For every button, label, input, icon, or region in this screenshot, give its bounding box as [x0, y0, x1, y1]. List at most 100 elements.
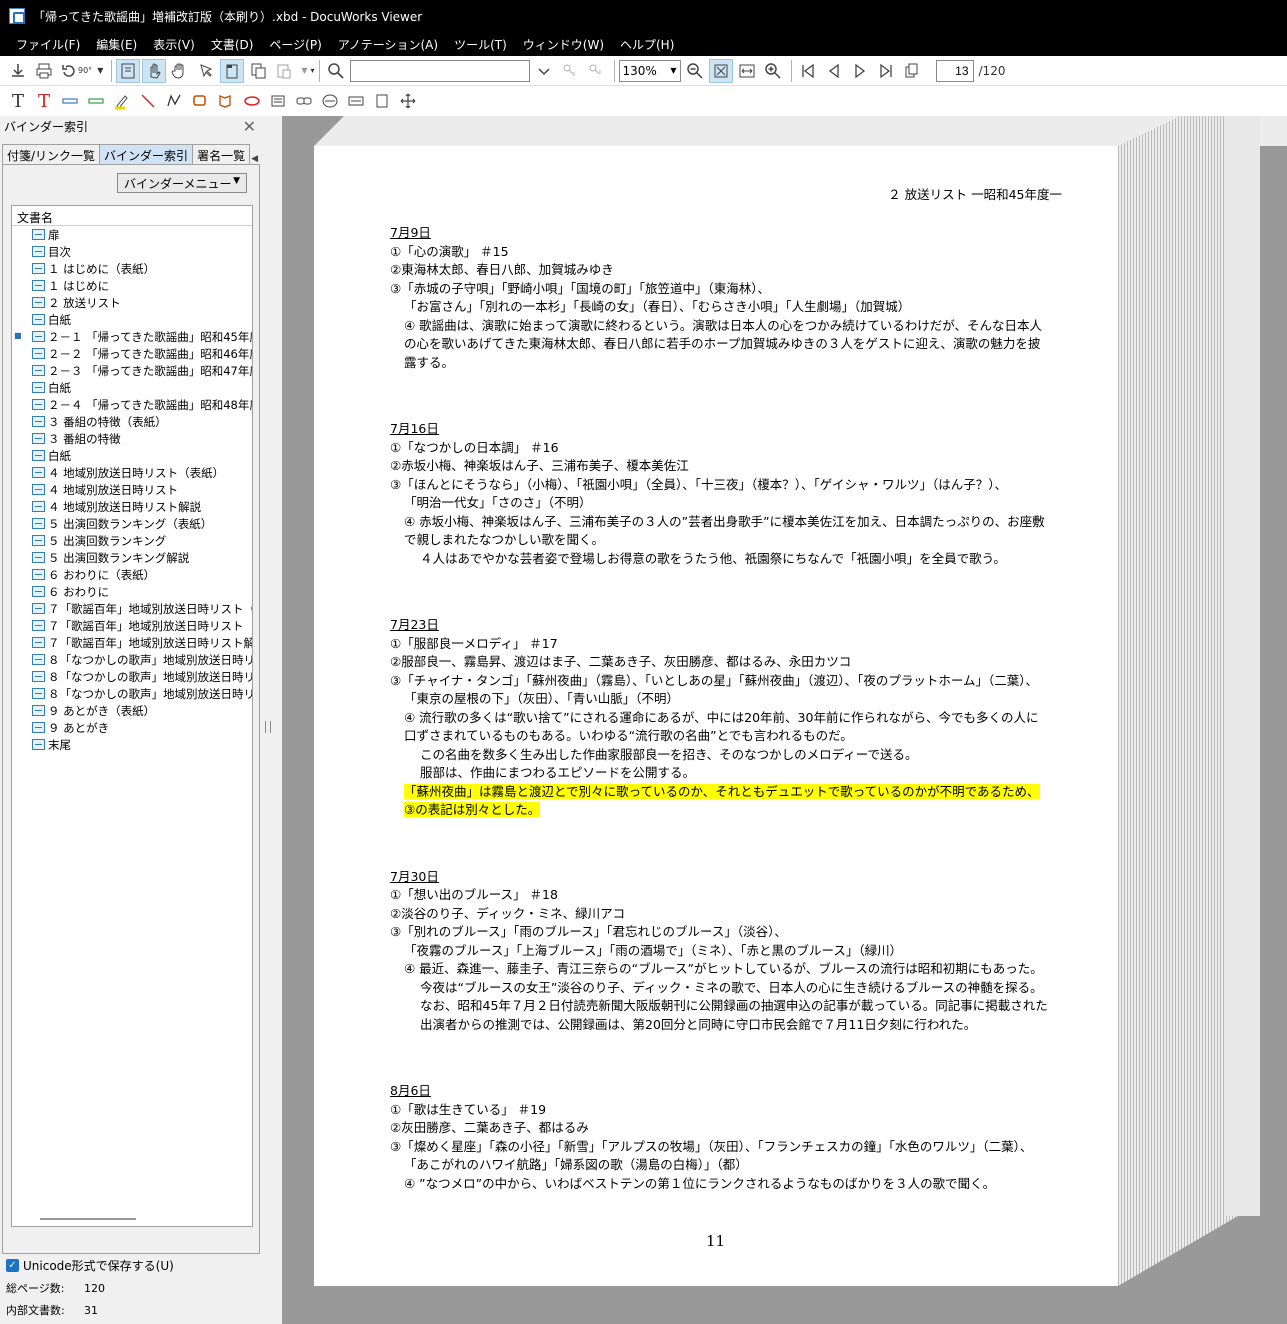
- menu-view[interactable]: 表示(V): [145, 36, 203, 53]
- list-item[interactable]: ２ 放送リスト: [12, 294, 252, 311]
- date-stamp-icon[interactable]: [318, 89, 342, 113]
- close-icon[interactable]: ✕: [243, 117, 256, 136]
- menu-tools[interactable]: ツール(T): [446, 36, 515, 53]
- page-format-icon[interactable]: [370, 89, 394, 113]
- menu-window[interactable]: ウィンドウ(W): [515, 36, 612, 53]
- copy-page-icon[interactable]: [246, 59, 270, 83]
- panel-splitter[interactable]: [262, 116, 282, 1324]
- list-item[interactable]: 白紙: [12, 379, 252, 396]
- list-item[interactable]: ■ ２－１ 「帰ってきた歌謡曲」昭和45年度放: [12, 328, 252, 345]
- list-item[interactable]: ４ 地域別放送日時リスト（表紙）: [12, 464, 252, 481]
- list-item[interactable]: 白紙: [12, 311, 252, 328]
- paste-page-icon[interactable]: [272, 59, 296, 83]
- rotate-dropdown-icon[interactable]: ▼: [97, 66, 103, 75]
- ellipse-tool-icon[interactable]: [240, 89, 264, 113]
- line-green-icon[interactable]: [84, 89, 108, 113]
- list-item[interactable]: ８「なつかしの歌声」地域別放送日時リス: [12, 685, 252, 702]
- list-item[interactable]: ４ 地域別放送日時リスト: [12, 481, 252, 498]
- menu-file[interactable]: ファイル(F): [8, 36, 88, 53]
- menu-page[interactable]: ページ(P): [261, 36, 329, 53]
- list-item[interactable]: ７「歌謡百年」地域別放送日時リスト（表: [12, 600, 252, 617]
- date-tool-icon[interactable]: [344, 89, 368, 113]
- horizontal-scrollbar[interactable]: [40, 1218, 136, 1220]
- fit-page-icon[interactable]: [220, 58, 245, 83]
- search-dropdown-icon[interactable]: [532, 59, 556, 83]
- list-item[interactable]: ２－３ 「帰ってきた歌謡曲」昭和47年度放: [12, 362, 252, 379]
- polyline-tool-icon[interactable]: [162, 89, 186, 113]
- fit-width-icon[interactable]: [735, 59, 759, 83]
- entry-line-text: ④ 最近、森進一、藤圭子、青江三奈らの“ブルース”がヒットしているが、ブルースの…: [404, 961, 1043, 976]
- rectangle-tool-icon[interactable]: [188, 89, 212, 113]
- document-viewer[interactable]: ２ 放送リスト 一昭和45年度一 7月9日 ①「心の演歌」 ＃15 ②東海林太郎、春…: [282, 116, 1287, 1324]
- list-item[interactable]: ８「なつかしの歌声」地域別放送日時リス: [12, 668, 252, 685]
- list-item[interactable]: ９ あとがき（表紙）: [12, 702, 252, 719]
- previous-page-icon[interactable]: [822, 59, 846, 83]
- hand-tool-icon[interactable]: [168, 59, 192, 83]
- highlighter-icon[interactable]: [110, 89, 134, 113]
- stamp-tool-icon[interactable]: [266, 89, 290, 113]
- zoom-in-icon[interactable]: [761, 59, 785, 83]
- list-item[interactable]: ４ 地域別放送日時リスト解説: [12, 498, 252, 515]
- tab-scroll-left-icon[interactable]: ◀: [249, 154, 260, 164]
- search-input[interactable]: [349, 59, 530, 82]
- list-item[interactable]: ８「なつかしの歌声」地域別放送日時リス: [12, 651, 252, 668]
- link-tool-icon[interactable]: [292, 89, 316, 113]
- last-page-icon[interactable]: [874, 59, 898, 83]
- zoom-select[interactable]: 130% ▼: [618, 59, 681, 82]
- list-item[interactable]: ５ 出演回数ランキング解説: [12, 549, 252, 566]
- list-item[interactable]: ３ 番組の特徴: [12, 430, 252, 447]
- find-next-icon[interactable]: [584, 59, 608, 83]
- marker-tool-icon[interactable]: [214, 89, 238, 113]
- list-item[interactable]: ６ おわりに（表紙）: [12, 566, 252, 583]
- text-annotation-icon[interactable]: T: [6, 89, 30, 113]
- zoom-out-icon[interactable]: [683, 59, 707, 83]
- print-icon[interactable]: [32, 59, 56, 83]
- list-item[interactable]: ２－４ 「帰ってきた歌謡曲」昭和48年度放: [12, 396, 252, 413]
- line-blue-icon[interactable]: [58, 89, 82, 113]
- first-page-icon[interactable]: [796, 59, 820, 83]
- list-item[interactable]: 末尾: [12, 736, 252, 753]
- annotation-select-icon[interactable]: [194, 59, 218, 83]
- menu-document[interactable]: 文書(D): [203, 36, 262, 53]
- go-to-page-icon[interactable]: [900, 59, 924, 83]
- unicode-save-option[interactable]: ✓ Unicode形式で保存する(U): [6, 1256, 256, 1274]
- list-item[interactable]: 白紙: [12, 447, 252, 464]
- tab-binder-index[interactable]: バインダー索引: [99, 144, 194, 164]
- next-page-icon[interactable]: [848, 59, 872, 83]
- text-annotation-red-icon[interactable]: T: [32, 89, 56, 113]
- save-icon[interactable]: [6, 59, 30, 83]
- list-item[interactable]: ５ 出演回数ランキング（表紙）: [12, 515, 252, 532]
- list-column-header[interactable]: 文書名: [12, 206, 252, 226]
- select-hand-icon[interactable]: [142, 58, 167, 83]
- list-item[interactable]: 扉: [12, 226, 252, 243]
- list-item[interactable]: ３ 番組の特徴（表紙）: [12, 413, 252, 430]
- list-item[interactable]: ５ 出演回数ランキング: [12, 532, 252, 549]
- list-item[interactable]: ７「歌謡百年」地域別放送日時リスト: [12, 617, 252, 634]
- list-item[interactable]: ２－２ 「帰ってきた歌謡曲」昭和46年度放: [12, 345, 252, 362]
- paste-dropdown-icon[interactable]: ▼: [301, 66, 307, 75]
- toolbar-chevron-icon[interactable]: ▾: [311, 66, 315, 75]
- tab-sticky-links[interactable]: 付箋/リンク一覧: [2, 144, 101, 164]
- fit-whole-page-icon[interactable]: [708, 58, 733, 83]
- menu-annotation[interactable]: アノテーション(A): [330, 36, 446, 53]
- document-page[interactable]: ２ 放送リスト 一昭和45年度一 7月9日 ①「心の演歌」 ＃15 ②東海林太郎、春…: [314, 146, 1118, 1286]
- list-item[interactable]: １ はじめに（表紙）: [12, 260, 252, 277]
- list-item[interactable]: ６ おわりに: [12, 583, 252, 600]
- list-item[interactable]: ７「歌謡百年」地域別放送日時リスト解説: [12, 634, 252, 651]
- page-view-icon[interactable]: [116, 58, 141, 83]
- search-icon[interactable]: [324, 59, 348, 83]
- line-tool-icon[interactable]: [136, 89, 160, 113]
- menu-edit[interactable]: 編集(E): [88, 36, 145, 53]
- page-number-input[interactable]: [935, 59, 974, 82]
- binder-menu-button[interactable]: バインダーメニュー ▼: [117, 173, 247, 193]
- list-item[interactable]: 目次: [12, 243, 252, 260]
- menu-help[interactable]: ヘルプ(H): [612, 36, 682, 53]
- find-prev-icon[interactable]: [558, 59, 582, 83]
- splitter-grip[interactable]: [265, 721, 271, 733]
- list-item[interactable]: ９ あとがき: [12, 719, 252, 736]
- tab-signatures[interactable]: 署名一覧: [192, 144, 251, 164]
- move-tool-icon[interactable]: [396, 89, 420, 113]
- rotate-icon[interactable]: [58, 59, 80, 83]
- list-item[interactable]: １ はじめに: [12, 277, 252, 294]
- unicode-checkbox[interactable]: ✓: [6, 1258, 19, 1272]
